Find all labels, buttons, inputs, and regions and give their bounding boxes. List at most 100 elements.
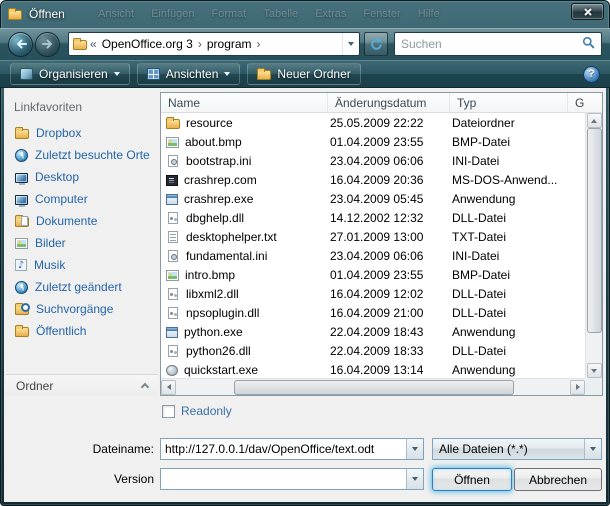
breadcrumb-separator[interactable]: › bbox=[257, 37, 261, 51]
back-button[interactable] bbox=[8, 32, 33, 57]
breadcrumb-overflow-chevron[interactable]: « bbox=[90, 37, 97, 51]
file-row-fundamental-ini[interactable]: fundamental.ini 23.04.2009 06:06 INI-Dat… bbox=[161, 246, 585, 265]
chevron-down-icon bbox=[412, 477, 418, 481]
close-button[interactable] bbox=[571, 3, 604, 20]
open-button[interactable]: Öffnen bbox=[432, 468, 512, 491]
chevron-down-icon bbox=[224, 72, 230, 76]
filename-label: Dateiname: bbox=[4, 438, 154, 461]
column-header-modified[interactable]: Änderungsdatum bbox=[328, 93, 450, 112]
scroll-down-button[interactable] bbox=[587, 363, 602, 378]
breadcrumb-segment-openoffice[interactable]: OpenOffice.org 3 bbox=[100, 37, 195, 51]
column-header-name[interactable]: Name bbox=[161, 93, 328, 112]
breadcrumb-address-bar[interactable]: « OpenOffice.org 3 › program › bbox=[68, 32, 360, 56]
filetype-dropdown-button[interactable] bbox=[584, 439, 601, 459]
column-header-row: Name Änderungsdatum Typ G bbox=[161, 93, 602, 113]
text-icon bbox=[168, 231, 178, 243]
favorites-list: Dropbox Zuletzt besuchte Orte Desktop Co… bbox=[6, 122, 158, 342]
search-folder-icon bbox=[15, 305, 29, 315]
file-row-python-exe[interactable]: python.exe 22.04.2009 18:43 Anwendung bbox=[161, 322, 585, 341]
horizontal-scrollbar[interactable] bbox=[161, 378, 585, 395]
background-menubar: Ansicht Einfügen Format Tabelle Extras F… bbox=[98, 8, 440, 20]
file-row-npsoplugin-dll[interactable]: npsoplugin.dll 16.04.2009 21:00 DLL-Date… bbox=[161, 303, 585, 322]
horizontal-scroll-thumb[interactable] bbox=[234, 380, 514, 395]
horizontal-scroll-track[interactable] bbox=[176, 380, 570, 395]
scroll-left-button[interactable] bbox=[161, 380, 176, 395]
arrow-down-icon bbox=[591, 369, 597, 373]
file-row-quickstart-exe[interactable]: quickstart.exe 16.04.2009 13:14 Anwendun… bbox=[161, 360, 585, 378]
sidebar-item-musik[interactable]: Musik bbox=[6, 254, 158, 276]
readonly-checkbox[interactable] bbox=[162, 405, 175, 418]
file-row-libxml2-dll[interactable]: libxml2.dll 16.04.2009 12:02 DLL-Datei bbox=[161, 284, 585, 303]
titlebar: Öffnen Ansicht Einfügen Format Tabelle E… bbox=[0, 0, 610, 28]
filename-dropdown-button[interactable] bbox=[406, 439, 423, 459]
chevron-down-icon bbox=[114, 72, 120, 76]
breadcrumb-separator[interactable]: › bbox=[198, 37, 202, 51]
folder-icon bbox=[166, 119, 180, 129]
sidebar-item-desktop[interactable]: Desktop bbox=[6, 166, 158, 188]
scrollbar-corner bbox=[585, 378, 602, 395]
file-row-about-bmp[interactable]: about.bmp 01.04.2009 23:55 BMP-Datei bbox=[161, 132, 585, 151]
folders-expander[interactable]: Ordner bbox=[6, 374, 158, 396]
version-combobox[interactable] bbox=[160, 468, 424, 490]
vertical-scroll-thumb[interactable] bbox=[587, 128, 602, 333]
file-list: Name Änderungsdatum Typ G resource 25.05… bbox=[160, 92, 603, 396]
app-icon bbox=[166, 194, 178, 205]
sidebar-item-ffentlich[interactable]: Öffentlich bbox=[6, 320, 158, 342]
version-value bbox=[161, 469, 406, 489]
arrow-right-icon bbox=[576, 384, 580, 390]
cancel-button[interactable]: Abbrechen bbox=[514, 468, 602, 491]
recent-icon bbox=[15, 149, 28, 162]
address-folder-icon bbox=[73, 40, 87, 50]
version-dropdown-button[interactable] bbox=[406, 469, 423, 489]
app-icon bbox=[166, 327, 178, 338]
new-folder-icon bbox=[257, 70, 271, 80]
sidebar-item-bilder[interactable]: Bilder bbox=[6, 232, 158, 254]
sidebar-item-zuletzt-ge-ndert[interactable]: Zuletzt geändert bbox=[6, 276, 158, 298]
new-folder-button[interactable]: Neuer Ordner bbox=[247, 63, 360, 85]
version-row: Version Öffnen Abbrechen bbox=[4, 468, 606, 491]
chevron-up-icon bbox=[141, 383, 149, 391]
address-history-dropdown[interactable] bbox=[342, 33, 359, 55]
sidebar-item-computer[interactable]: Computer bbox=[6, 188, 158, 210]
new-folder-label: Neuer Ordner bbox=[277, 67, 350, 81]
dll-icon bbox=[168, 345, 178, 357]
forward-button[interactable] bbox=[35, 32, 60, 57]
file-row-intro-bmp[interactable]: intro.bmp 01.04.2009 23:55 BMP-Datei bbox=[161, 265, 585, 284]
arrow-left-icon bbox=[167, 384, 171, 390]
search-input[interactable] bbox=[401, 37, 578, 51]
file-rows: resource 25.05.2009 22:22 Dateiordner ab… bbox=[161, 113, 585, 378]
sidebar-item-dropbox[interactable]: Dropbox bbox=[6, 122, 158, 144]
file-row-resource[interactable]: resource 25.05.2009 22:22 Dateiordner bbox=[161, 113, 585, 132]
file-row-bootstrap-ini[interactable]: bootstrap.ini 23.04.2009 06:06 INI-Datei bbox=[161, 151, 585, 170]
search-box[interactable] bbox=[394, 32, 602, 56]
background-menu-item: Ansicht bbox=[98, 8, 134, 20]
search-icon[interactable] bbox=[582, 36, 595, 52]
file-row-python26-dll[interactable]: python26.dll 22.04.2009 18:33 DLL-Datei bbox=[161, 341, 585, 360]
config-icon bbox=[168, 155, 178, 167]
views-button[interactable]: Ansichten bbox=[137, 63, 241, 85]
pictures-icon bbox=[15, 238, 28, 249]
filename-combobox[interactable] bbox=[160, 438, 424, 460]
breadcrumb-segment-program[interactable]: program bbox=[205, 37, 254, 51]
file-row-crashrep-com[interactable]: crashrep.com 16.04.2009 20:36 MS-DOS-Anw… bbox=[161, 170, 585, 189]
scroll-right-button[interactable] bbox=[570, 380, 585, 395]
sidebar-item-dokumente[interactable]: Dokumente bbox=[6, 210, 158, 232]
filetype-value: Alle Dateien (*.*) bbox=[433, 439, 584, 459]
file-row-crashrep-exe[interactable]: crashrep.exe 23.04.2009 05:45 Anwendung bbox=[161, 189, 585, 208]
help-button[interactable]: ? bbox=[583, 66, 600, 83]
file-row-desktophelper-txt[interactable]: desktophelper.txt 27.01.2009 13:00 TXT-D… bbox=[161, 227, 585, 246]
sidebar-item-zuletzt-besuchte-orte[interactable]: Zuletzt besuchte Orte bbox=[6, 144, 158, 166]
column-header-size[interactable]: G bbox=[568, 93, 602, 112]
vertical-scrollbar[interactable] bbox=[585, 113, 602, 378]
music-icon bbox=[15, 259, 27, 271]
dll-icon bbox=[168, 288, 178, 300]
column-header-type[interactable]: Typ bbox=[450, 93, 568, 112]
refresh-button[interactable] bbox=[364, 32, 388, 56]
scroll-up-button[interactable] bbox=[587, 113, 602, 128]
vertical-scroll-track[interactable] bbox=[587, 128, 602, 363]
file-row-dbghelp-dll[interactable]: dbghelp.dll 14.12.2002 12:32 DLL-Datei bbox=[161, 208, 585, 227]
sidebar-item-suchvorg-nge[interactable]: Suchvorgänge bbox=[6, 298, 158, 320]
filename-input[interactable] bbox=[161, 439, 406, 459]
organize-button[interactable]: Organisieren bbox=[10, 63, 130, 85]
filetype-combobox[interactable]: Alle Dateien (*.*) bbox=[432, 438, 602, 460]
